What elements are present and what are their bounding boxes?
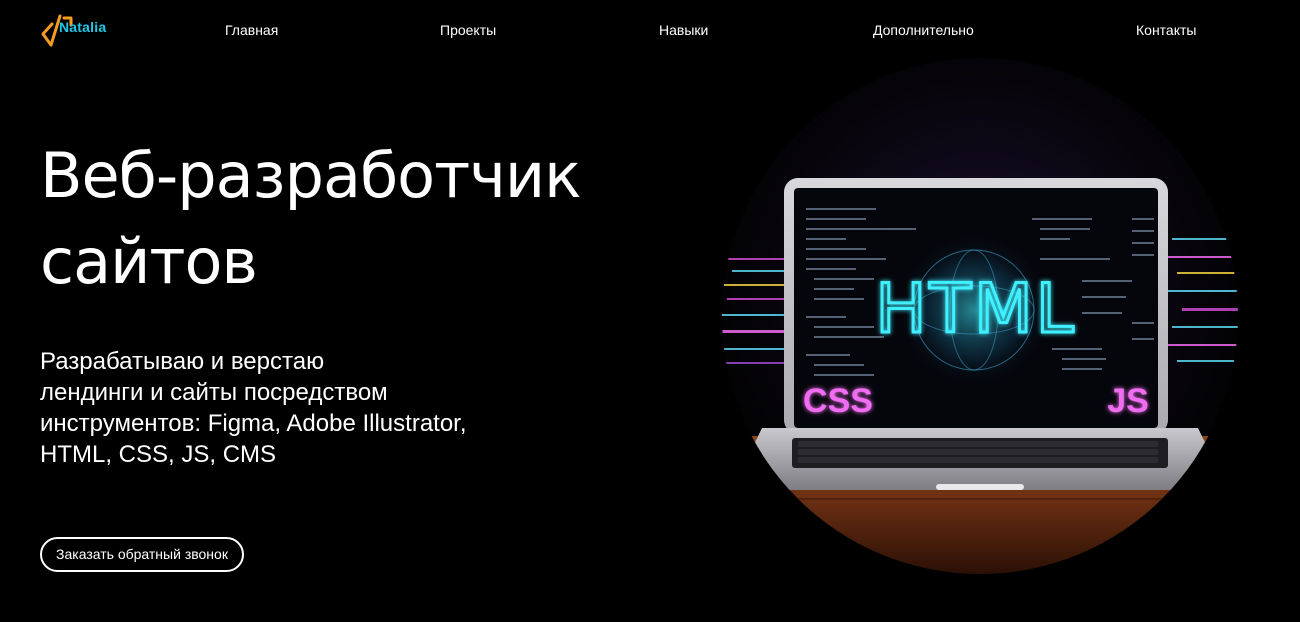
hero-subtitle-line-1: Разрабатываю и верстаю (40, 348, 325, 375)
callback-request-button[interactable]: Заказать обратный звонок (40, 537, 244, 572)
nav-item-contacts[interactable]: Контакты (1136, 22, 1196, 38)
hero-title-line-2: сайтов (40, 225, 258, 298)
neon-css-label: CSS (803, 382, 873, 420)
main-nav: Главная Проекты Навыки Дополнительно Кон… (0, 22, 1300, 40)
hero-title-line-1: Веб-разработчик (40, 139, 582, 212)
neon-js-label: JS (1107, 382, 1149, 420)
hero-subtitle-line-3: инструментов: Figma, Adobe Illustrator, (40, 410, 467, 437)
nav-item-home[interactable]: Главная (225, 22, 278, 38)
nav-item-projects[interactable]: Проекты (440, 22, 496, 38)
hero-subtitle-line-4: HTML, CSS, JS, CMS (40, 441, 277, 468)
nav-item-skills[interactable]: Навыки (659, 22, 708, 38)
hero-title: Веб-разработчик сайтов (40, 133, 680, 305)
nav-item-additional[interactable]: Дополнительно (873, 22, 974, 38)
landing-page: Natalia Главная Проекты Навыки Дополните… (0, 0, 1300, 622)
hero-subtitle: Разрабатываю и верстаю лендинги и сайты … (40, 346, 560, 470)
hero-subtitle-line-2: лендинги и сайты посредством (40, 379, 388, 406)
laptop-trackpad-notch (936, 484, 1024, 490)
laptop-illustration: HTML CSS JS (722, 58, 1238, 574)
neon-html-label: HTML (875, 270, 1076, 349)
